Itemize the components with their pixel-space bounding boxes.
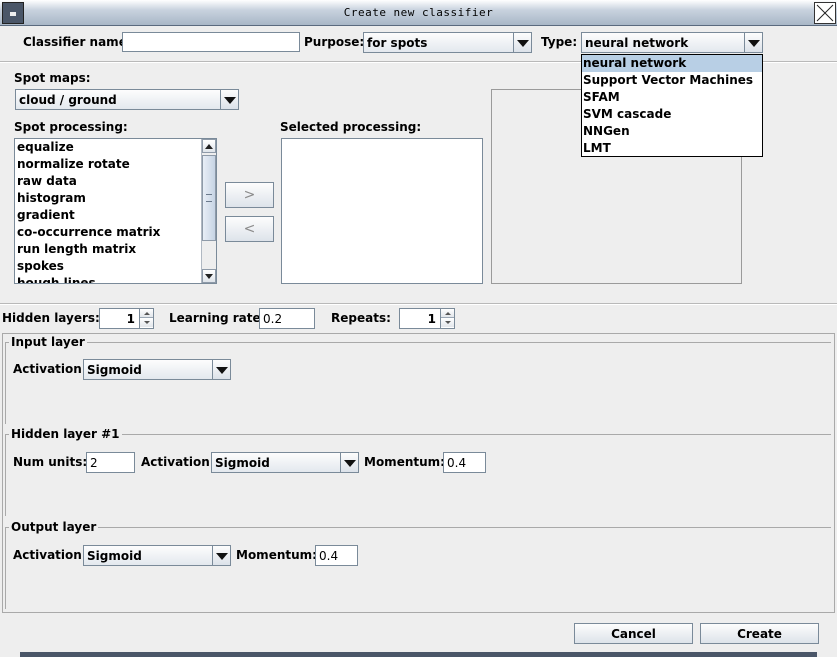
list-item[interactable]: spokes: [15, 258, 216, 275]
list-item[interactable]: raw data: [15, 173, 216, 190]
hidden-activation-select[interactable]: Sigmoid: [211, 452, 359, 473]
chevron-down-icon[interactable]: [212, 546, 230, 565]
list-item[interactable]: co-occurrence matrix: [15, 224, 216, 241]
window-title: Create new classifier: [343, 6, 494, 19]
hidden-layers-label: Hidden layers:: [2, 311, 100, 325]
repeats-stepper[interactable]: 1: [399, 308, 455, 329]
spot-processing-label: Spot processing:: [14, 120, 128, 134]
spot-processing-list[interactable]: equalize normalize rotate raw data histo…: [14, 138, 217, 284]
hidden-activation-label: Activation:: [141, 455, 215, 469]
create-button[interactable]: Create: [700, 623, 819, 644]
hidden-momentum-label: Momentum:: [364, 455, 445, 469]
chevron-down-icon[interactable]: [212, 360, 230, 379]
output-activation-label: Activation:: [13, 548, 87, 562]
list-item[interactable]: run length matrix: [15, 241, 216, 258]
chevron-down-icon[interactable]: [744, 33, 762, 52]
list-item[interactable]: histogram: [15, 190, 216, 207]
increment-icon[interactable]: [441, 309, 454, 318]
output-activation-value: Sigmoid: [87, 548, 142, 563]
spot-maps-select-value: cloud / ground: [19, 92, 117, 107]
output-layer-title: Output layer: [9, 519, 99, 535]
window-bottom-edge: [20, 652, 817, 657]
list-item[interactable]: hough lines: [15, 275, 216, 283]
output-activation-select[interactable]: Sigmoid: [83, 545, 231, 566]
scroll-down-icon[interactable]: [202, 269, 216, 283]
list-item[interactable]: gradient: [15, 207, 216, 224]
type-select-value: neural network: [585, 35, 689, 50]
window-menu-icon[interactable]: [2, 2, 24, 24]
remove-processing-button[interactable]: <: [225, 216, 274, 242]
type-select[interactable]: neural network: [581, 32, 763, 53]
input-activation-value: Sigmoid: [87, 362, 142, 377]
spot-maps-select[interactable]: cloud / ground: [15, 89, 239, 110]
output-momentum-label: Momentum:: [236, 548, 317, 562]
purpose-label: Purpose:: [304, 35, 365, 49]
decrement-icon[interactable]: [441, 318, 454, 327]
hidden-layer-rule: [6, 434, 831, 435]
classifier-name-label: Classifier name:: [23, 35, 132, 49]
classifier-name-field[interactable]: [122, 32, 300, 52]
hidden-layers-value: 1: [126, 311, 135, 326]
hidden-layer-border: [5, 434, 6, 516]
type-dropdown-popup[interactable]: neural network Support Vector Machines S…: [581, 54, 763, 157]
repeats-value: 1: [427, 311, 436, 326]
list-item[interactable]: normalize rotate: [15, 156, 216, 173]
hidden-layers-stepper[interactable]: 1: [99, 308, 154, 329]
vertical-scrollbar[interactable]: [201, 139, 216, 283]
stepper-buttons: [139, 309, 153, 328]
selected-processing-label: Selected processing:: [280, 120, 422, 134]
increment-icon[interactable]: [140, 309, 153, 318]
num-units-field[interactable]: [86, 452, 135, 473]
purpose-select-value: for spots: [367, 35, 428, 50]
hidden-activation-value: Sigmoid: [215, 455, 270, 470]
chevron-down-icon[interactable]: [340, 453, 358, 472]
separator: [0, 303, 837, 305]
add-processing-button[interactable]: >: [225, 182, 274, 208]
scroll-thumb[interactable]: [202, 155, 216, 241]
hidden-momentum-field[interactable]: [443, 452, 486, 473]
type-option[interactable]: LMT: [582, 140, 762, 157]
input-activation-select[interactable]: Sigmoid: [83, 359, 231, 380]
type-option[interactable]: NNGen: [582, 123, 762, 140]
type-label: Type:: [541, 35, 578, 49]
output-momentum-field[interactable]: [315, 545, 358, 566]
type-option[interactable]: neural network: [582, 55, 762, 72]
learning-rate-field[interactable]: [259, 308, 315, 329]
learning-rate-label: Learning rate:: [169, 311, 266, 325]
num-units-label: Num units:: [13, 455, 88, 469]
type-option[interactable]: Support Vector Machines: [582, 72, 762, 89]
list-item[interactable]: equalize: [15, 139, 216, 156]
output-layer-rule: [6, 527, 831, 528]
scroll-up-icon[interactable]: [202, 139, 216, 153]
input-activation-label: Activation:: [13, 362, 87, 376]
selected-processing-list[interactable]: [281, 138, 483, 284]
spot-maps-label: Spot maps:: [14, 71, 91, 85]
type-option[interactable]: SVM cascade: [582, 106, 762, 123]
decrement-icon[interactable]: [140, 318, 153, 327]
input-layer-title: Input layer: [9, 334, 87, 350]
close-icon[interactable]: [814, 2, 836, 24]
stepper-buttons: [440, 309, 454, 328]
purpose-select[interactable]: for spots: [363, 32, 532, 53]
cancel-button[interactable]: Cancel: [574, 623, 693, 644]
input-layer-border: [5, 342, 6, 424]
output-layer-border: [5, 527, 6, 609]
type-option[interactable]: SFAM: [582, 89, 762, 106]
hidden-layer-title: Hidden layer #1: [9, 426, 122, 442]
repeats-label: Repeats:: [331, 311, 391, 325]
chevron-down-icon[interactable]: [513, 33, 531, 52]
input-layer-rule: [6, 342, 831, 343]
chevron-down-icon[interactable]: [220, 90, 238, 109]
